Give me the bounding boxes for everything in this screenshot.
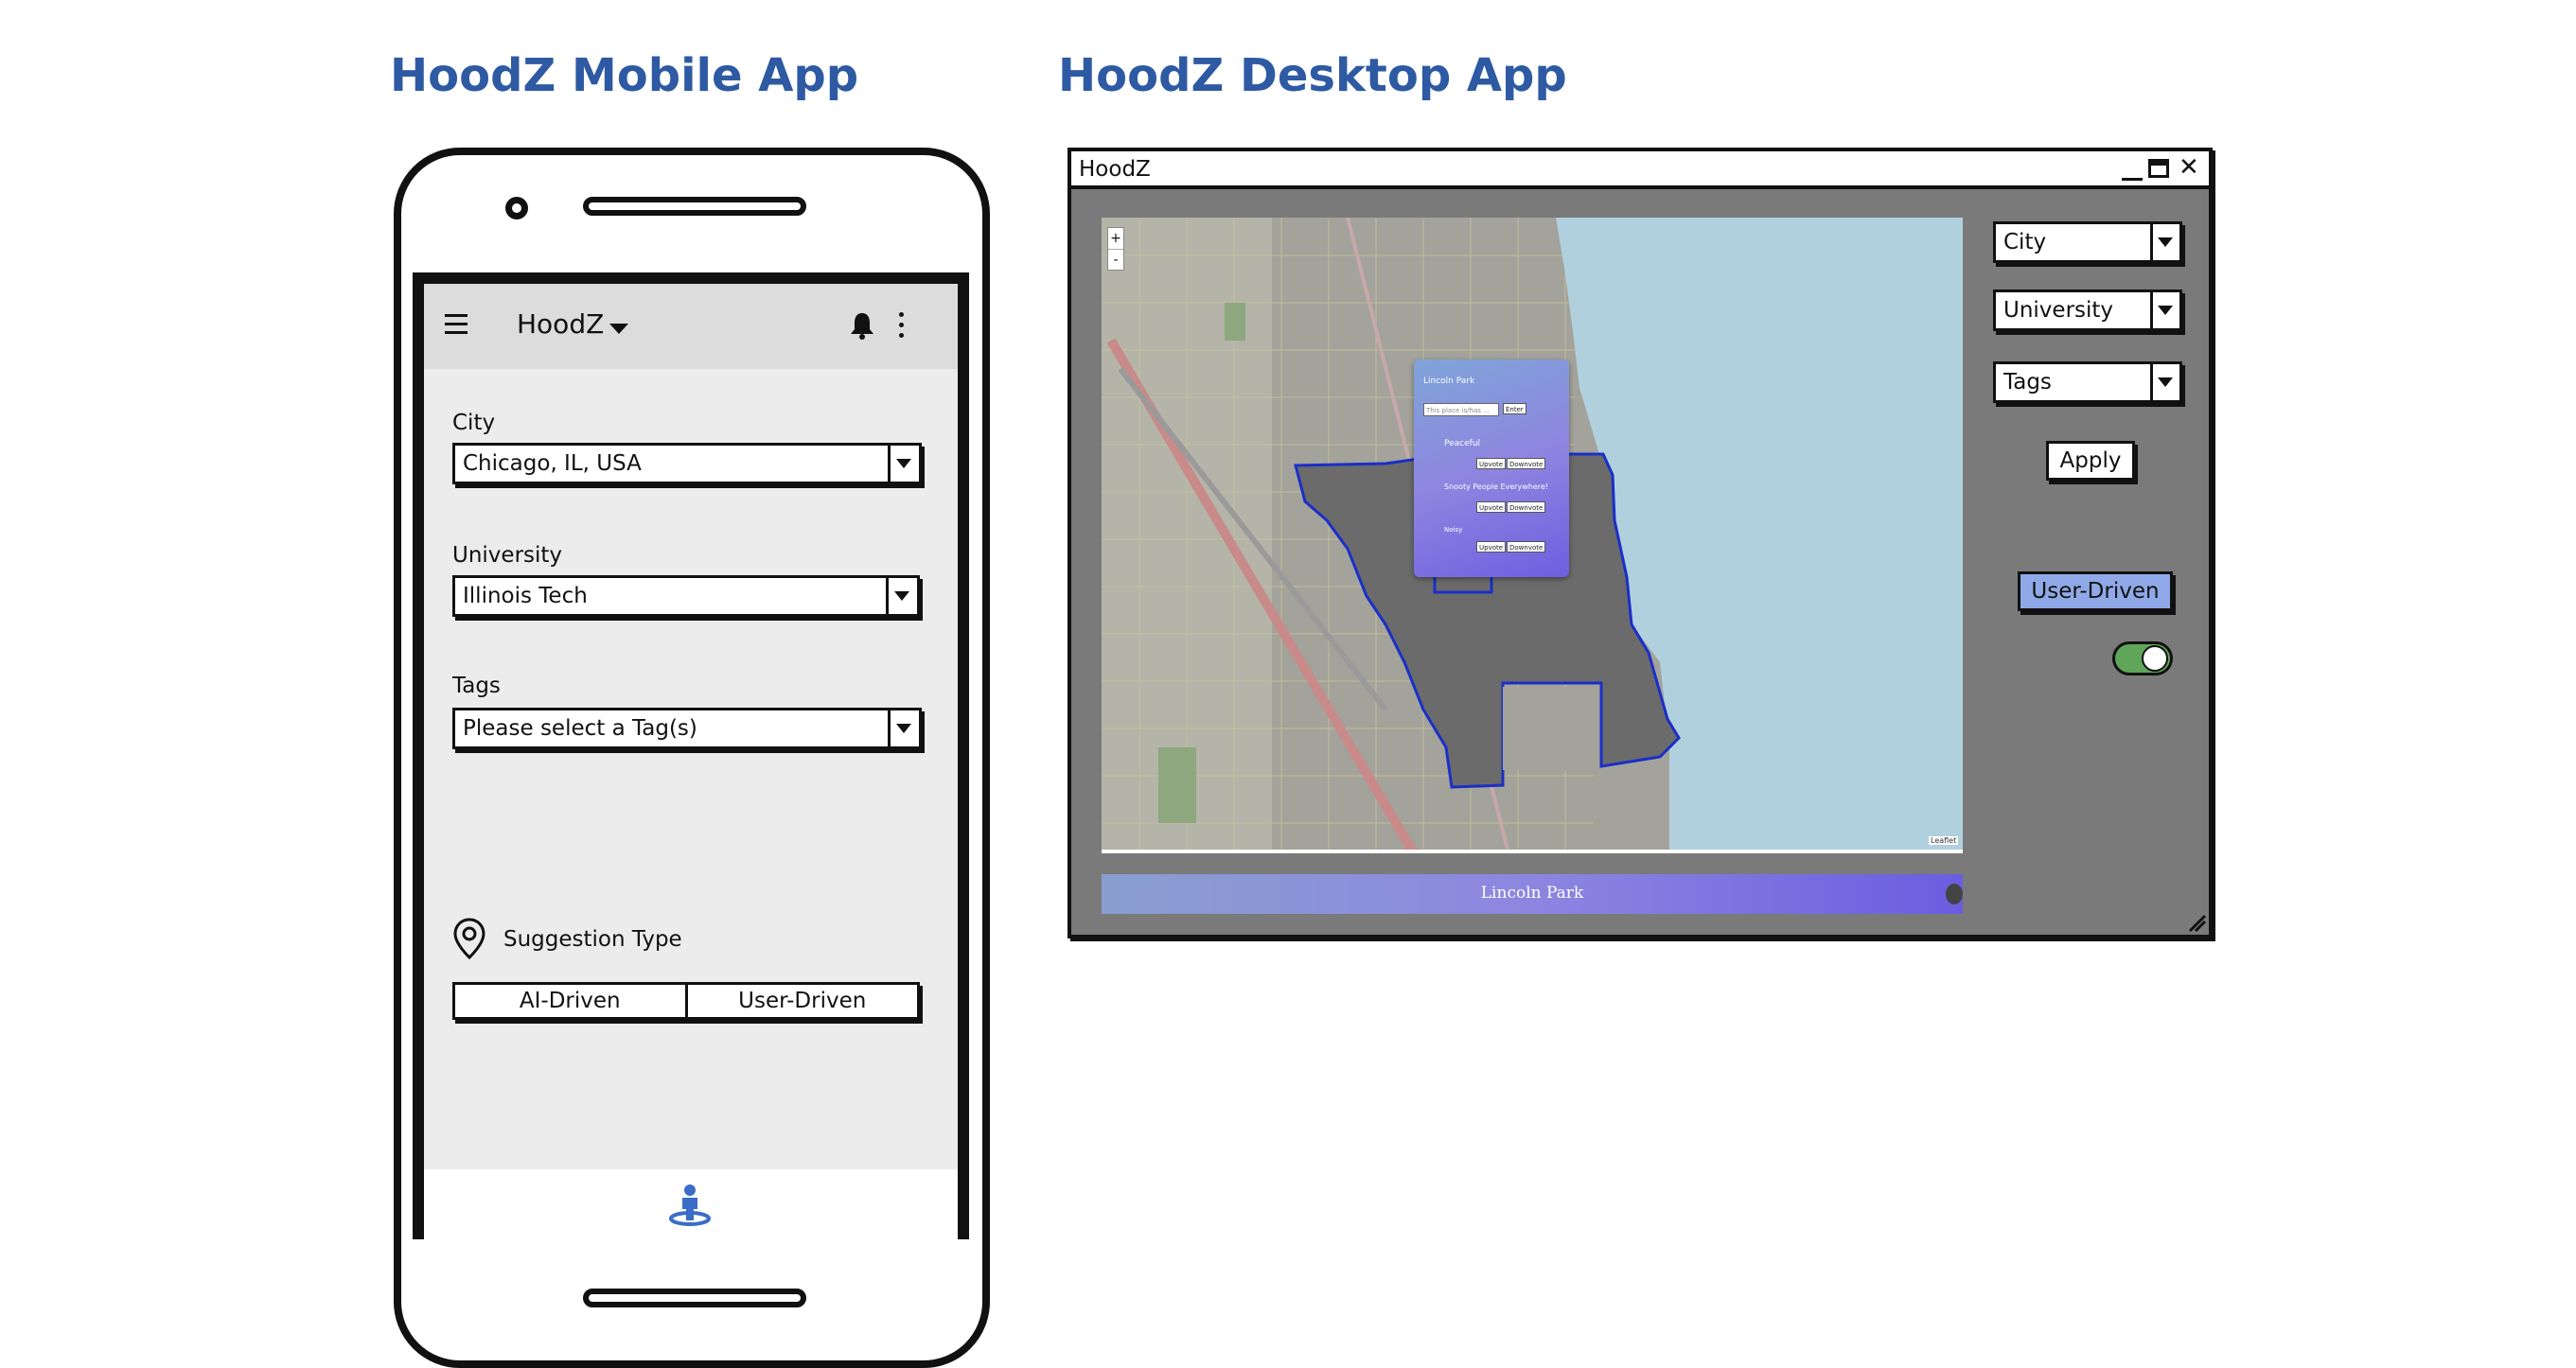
footer-title: Lincoln Park (1480, 884, 1584, 903)
desktop-app-heading: HoodZ Desktop App (1058, 49, 1567, 102)
desktop-window: HoodZ ✕ + - Leaflet Lincoln Park This pl… (1067, 148, 2213, 938)
window-title: HoodZ (1079, 157, 1151, 182)
ai-driven-option[interactable]: AI-Driven (455, 985, 685, 1017)
dropdown-icon[interactable] (2150, 224, 2179, 260)
more-options-icon[interactable] (899, 312, 905, 341)
bell-icon[interactable] (848, 310, 876, 341)
suggestion-toggle[interactable] (2112, 641, 2173, 675)
dropdown-icon[interactable] (2150, 364, 2179, 400)
close-icon[interactable]: ✕ (2179, 153, 2199, 182)
mobile-app-heading: HoodZ Mobile App (390, 49, 859, 102)
city-filter-label: City (2003, 230, 2047, 254)
front-camera (505, 197, 528, 219)
toggle-knob (2142, 645, 2168, 672)
university-filter[interactable]: University (1993, 289, 2182, 331)
zoom-out-button[interactable]: - (1108, 249, 1123, 271)
popup-title: Lincoln Park (1423, 377, 1475, 386)
tags-filter[interactable]: Tags (1993, 361, 2182, 403)
home-button[interactable] (583, 1289, 806, 1307)
map-footer: Lincoln Park (1102, 874, 1963, 914)
downvote-button[interactable]: Downvote (1507, 458, 1546, 469)
user-location-icon[interactable] (666, 1183, 714, 1226)
apply-button[interactable]: Apply (2046, 441, 2135, 481)
popup-tag-input[interactable]: This place is/has ... (1423, 403, 1499, 416)
popup-tag-name: Peaceful (1444, 439, 1481, 448)
app-title: HoodZ (517, 308, 605, 340)
suggestion-type-toggle: AI-Driven User-Driven (452, 982, 920, 1020)
phone-speaker (583, 197, 806, 216)
tags-label: Tags (452, 674, 501, 698)
popup-tag-name: Noisy (1444, 526, 1463, 534)
tags-select[interactable]: Please select a Tag(s) (452, 708, 922, 749)
dropdown-icon[interactable] (888, 710, 919, 746)
dropdown-icon[interactable] (888, 446, 919, 482)
city-select-value: Chicago, IL, USA (463, 451, 642, 476)
app-bar: HoodZ (424, 284, 958, 369)
city-filter[interactable]: City (1993, 221, 2182, 263)
popup-tag-name: Snooty People Everywhere! (1444, 482, 1548, 491)
tags-filter-label: Tags (2003, 370, 2052, 395)
downvote-button[interactable]: Downvote (1507, 501, 1546, 513)
user-driven-option[interactable]: User-Driven (684, 985, 918, 1017)
university-select-value: Illinois Tech (463, 584, 588, 608)
city-label: City (452, 411, 496, 435)
upvote-button[interactable]: Upvote (1476, 501, 1507, 513)
upvote-button[interactable]: Upvote (1476, 541, 1507, 552)
phone-screen: HoodZ City Chicago, IL, USA University I… (413, 272, 969, 1239)
dropdown-icon[interactable] (2150, 292, 2179, 328)
upvote-button[interactable]: Upvote (1476, 458, 1507, 469)
university-select[interactable]: Illinois Tech (452, 575, 920, 617)
leaflet-attribution[interactable]: Leaflet (1929, 836, 1959, 845)
neighborhood-popup: Lincoln Park This place is/has ... Enter… (1414, 360, 1569, 577)
tags-select-value: Please select a Tag(s) (463, 716, 697, 741)
map-view[interactable]: + - Leaflet Lincoln Park This place is/h… (1102, 218, 1963, 853)
city-select[interactable]: Chicago, IL, USA (452, 443, 922, 484)
university-label: University (452, 543, 563, 568)
maximize-icon[interactable] (2148, 159, 2169, 178)
mode-label-button[interactable]: User-Driven (2018, 571, 2173, 611)
popup-enter-button[interactable]: Enter (1503, 403, 1526, 414)
suggestion-type-label: Suggestion Type (503, 927, 682, 952)
window-titlebar: HoodZ ✕ (1071, 151, 2209, 189)
dropdown-icon[interactable] (886, 578, 917, 614)
minimize-icon[interactable] (2122, 178, 2143, 181)
location-pin-icon (453, 918, 485, 959)
downvote-button[interactable]: Downvote (1507, 541, 1546, 552)
footer-badge-icon[interactable] (1946, 884, 1963, 904)
menu-icon[interactable] (445, 314, 471, 337)
zoom-in-button[interactable]: + (1108, 228, 1123, 249)
resize-grip-icon[interactable] (2188, 914, 2207, 933)
university-filter-label: University (2003, 298, 2114, 323)
caret-down-icon[interactable] (609, 324, 628, 334)
zoom-control: + - (1107, 227, 1124, 271)
bottom-nav (424, 1169, 958, 1239)
